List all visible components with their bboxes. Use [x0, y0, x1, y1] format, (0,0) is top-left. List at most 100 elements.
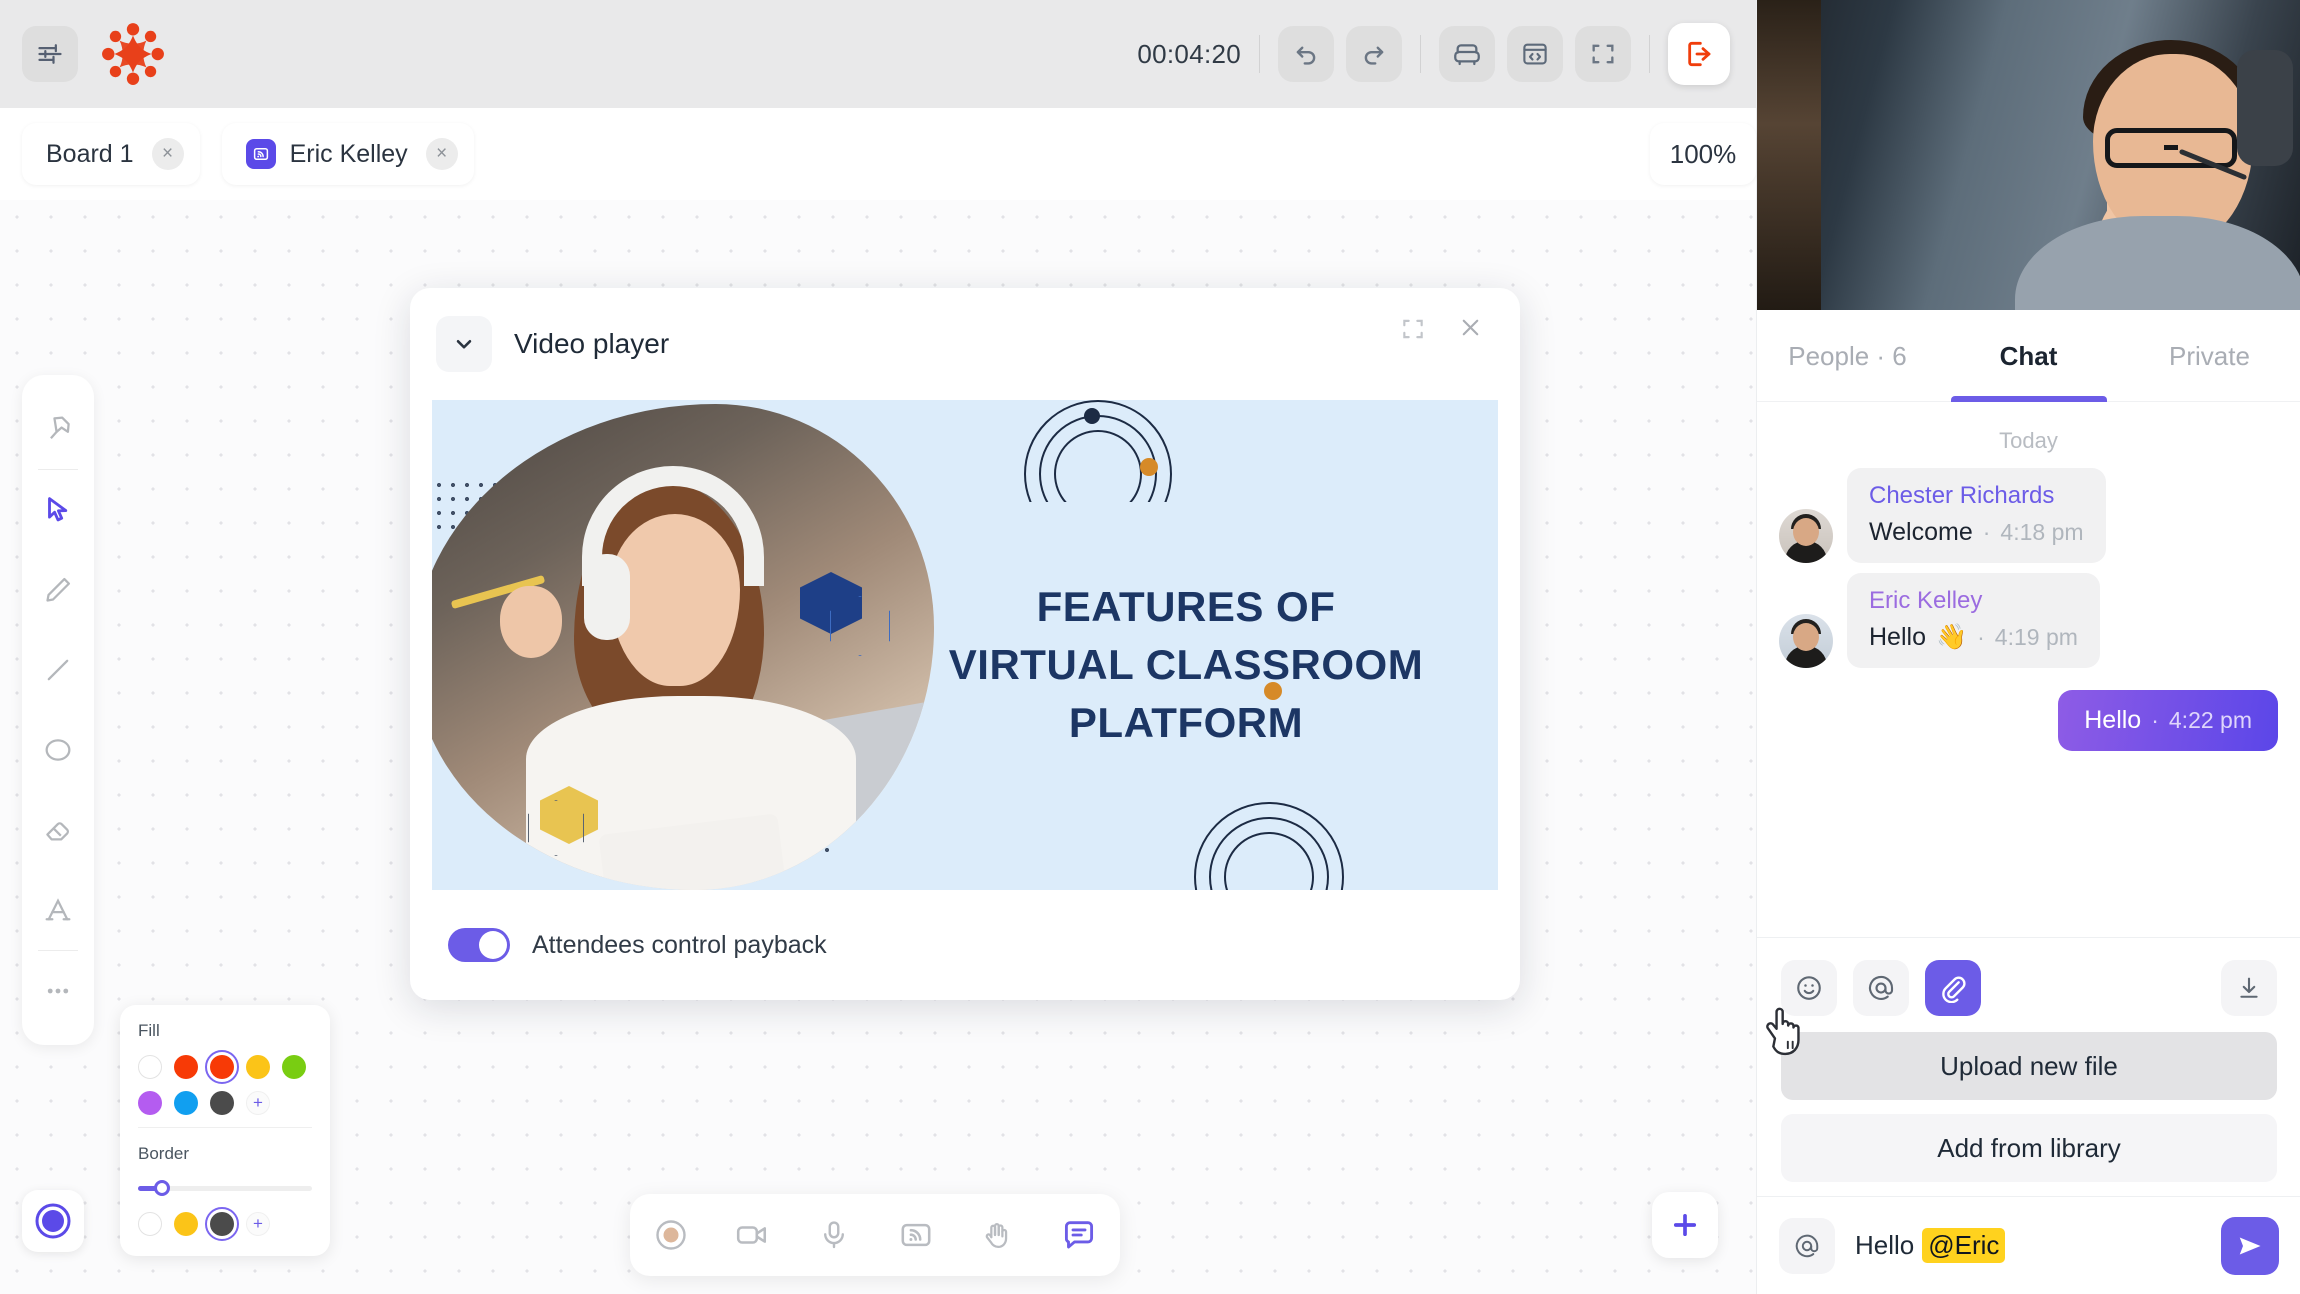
dot-accent-orange: [1140, 458, 1158, 476]
circle-icon: [45, 739, 71, 761]
collapse-button[interactable]: [436, 316, 492, 372]
attendees-control-toggle[interactable]: [448, 928, 510, 962]
undo-button[interactable]: [1278, 26, 1334, 82]
send-icon: [2239, 1237, 2261, 1254]
tab-private[interactable]: Private: [2119, 310, 2300, 402]
add-icon: [1673, 1213, 1697, 1237]
border-swatch-dark-selected[interactable]: [205, 1207, 239, 1241]
chat-bubble[interactable]: Eric Kelley Hello 👋 · 4:19 pm: [1847, 573, 2100, 668]
fill-swatch-green[interactable]: [282, 1055, 306, 1079]
tool-eraser[interactable]: [22, 790, 94, 870]
close-button[interactable]: [1457, 314, 1484, 349]
chat-message-list[interactable]: Today Chester Richards Welcome · 4:18 pm: [1757, 402, 2300, 962]
chat-bubble[interactable]: Chester Richards Welcome · 4:18 pm: [1847, 468, 2106, 563]
attendees-control-label: Attendees control payback: [532, 930, 827, 959]
divider: [1420, 35, 1421, 73]
emoji-button[interactable]: [1781, 960, 1837, 1016]
fill-add-color-button[interactable]: +: [246, 1091, 270, 1115]
more-icon: [47, 988, 69, 994]
fill-swatch-orangered[interactable]: [174, 1055, 198, 1079]
logo-flower-icon: [102, 23, 164, 85]
tool-ellipse[interactable]: [22, 710, 94, 790]
tool-pencil[interactable]: [22, 550, 94, 630]
tool-text[interactable]: [22, 870, 94, 950]
slide-title-line-1: FEATURES OF: [1036, 583, 1336, 630]
dot-accent-dark: [1084, 408, 1100, 424]
sliders-icon: [38, 44, 62, 64]
toggle-knob: [479, 931, 507, 959]
board-tab-label: Board 1: [46, 139, 134, 168]
border-swatch-yellow[interactable]: [174, 1212, 198, 1236]
record-icon: [656, 1220, 686, 1250]
chat-text: Welcome: [1869, 518, 1973, 546]
screenshare-icon: [901, 1223, 931, 1247]
microphone-button[interactable]: [806, 1207, 862, 1263]
expand-icon: [1403, 319, 1423, 339]
record-button[interactable]: [643, 1207, 699, 1263]
attachment-button[interactable]: [1925, 960, 1981, 1016]
tool-select[interactable]: [22, 470, 94, 550]
exit-icon: [1688, 41, 1711, 67]
download-button[interactable]: [2221, 960, 2277, 1016]
leave-button[interactable]: [1668, 23, 1730, 85]
fullscreen-button[interactable]: [1575, 26, 1631, 82]
chat-bubble-own[interactable]: Hello · 4:22 pm: [2058, 690, 2278, 751]
redo-button[interactable]: [1346, 26, 1402, 82]
color-circle-icon: [35, 1203, 71, 1239]
embed-code-button[interactable]: [1507, 26, 1563, 82]
mention-button[interactable]: [1853, 960, 1909, 1016]
message-input[interactable]: Hello @Eric: [1855, 1228, 2221, 1263]
lounge-button[interactable]: [1439, 26, 1495, 82]
board-tab-2[interactable]: Eric Kelley ×: [221, 123, 474, 185]
mention-icon: [1868, 975, 1894, 1000]
send-button[interactable]: [2221, 1216, 2279, 1275]
tool-more[interactable]: [22, 951, 94, 1031]
video-slide[interactable]: FEATURES OF VIRTUAL CLASSROOM PLATFORM: [432, 400, 1498, 890]
tab-chat[interactable]: Chat: [1938, 310, 2119, 402]
slide-title-line-3: PLATFORM: [1068, 698, 1304, 746]
fill-swatch-yellow[interactable]: [246, 1055, 270, 1079]
screenshare-button[interactable]: [888, 1207, 944, 1263]
close-icon[interactable]: ×: [425, 138, 458, 170]
expand-button[interactable]: [1400, 316, 1426, 347]
border-width-slider[interactable]: [138, 1178, 312, 1198]
upload-new-file-item[interactable]: Upload new file: [1781, 1032, 2277, 1100]
sofa-icon: [1454, 44, 1480, 66]
fill-swatch-purple[interactable]: [138, 1091, 162, 1115]
close-icon[interactable]: ×: [151, 138, 184, 170]
chat-message: Chester Richards Welcome · 4:18 pm: [1779, 468, 2278, 563]
zoom-level[interactable]: 100%: [1650, 123, 1756, 185]
code-icon: [1523, 43, 1547, 65]
tool-line[interactable]: [22, 630, 94, 710]
fill-swatch-blue[interactable]: [174, 1091, 198, 1115]
fill-swatch-red-selected[interactable]: [205, 1050, 239, 1084]
board-tab-label: Eric Kelley: [289, 139, 408, 168]
board-tabbar: Board 1 × Eric Kelley × 100%: [0, 108, 1756, 200]
border-swatch-white[interactable]: [138, 1212, 162, 1236]
concentric-rings-top: [1008, 400, 1188, 502]
slider-knob[interactable]: [154, 1180, 170, 1196]
raise-hand-button[interactable]: [969, 1207, 1025, 1263]
avatar: [1779, 614, 1833, 668]
active-color-button[interactable]: [22, 1190, 84, 1252]
add-from-library-item[interactable]: Add from library: [1781, 1114, 2277, 1182]
camera-button[interactable]: [724, 1207, 780, 1263]
chat-sender: Chester Richards: [1869, 482, 2055, 509]
chevron-down-icon: [456, 339, 472, 349]
presenter-photo: [432, 404, 934, 890]
settings-button[interactable]: [22, 26, 78, 82]
presenter-webcam[interactable]: [1757, 0, 2300, 310]
tab-people[interactable]: People · 6: [1757, 310, 1938, 402]
add-board-button[interactable]: [1652, 1192, 1718, 1258]
board-tab-1[interactable]: Board 1 ×: [22, 123, 200, 185]
tool-pin[interactable]: [22, 389, 94, 469]
chat-text: Hello: [1869, 623, 1926, 651]
chat-time-dot: ·: [1982, 519, 1991, 545]
fill-swatch-darkgray[interactable]: [210, 1091, 234, 1115]
fill-swatch-white[interactable]: [138, 1055, 162, 1079]
attachment-icon: [1942, 976, 1966, 1003]
mention-input-button[interactable]: [1779, 1217, 1835, 1274]
border-add-color-button[interactable]: +: [246, 1212, 270, 1236]
chat-button[interactable]: [1051, 1207, 1107, 1263]
chat-icon: [1065, 1221, 1094, 1249]
